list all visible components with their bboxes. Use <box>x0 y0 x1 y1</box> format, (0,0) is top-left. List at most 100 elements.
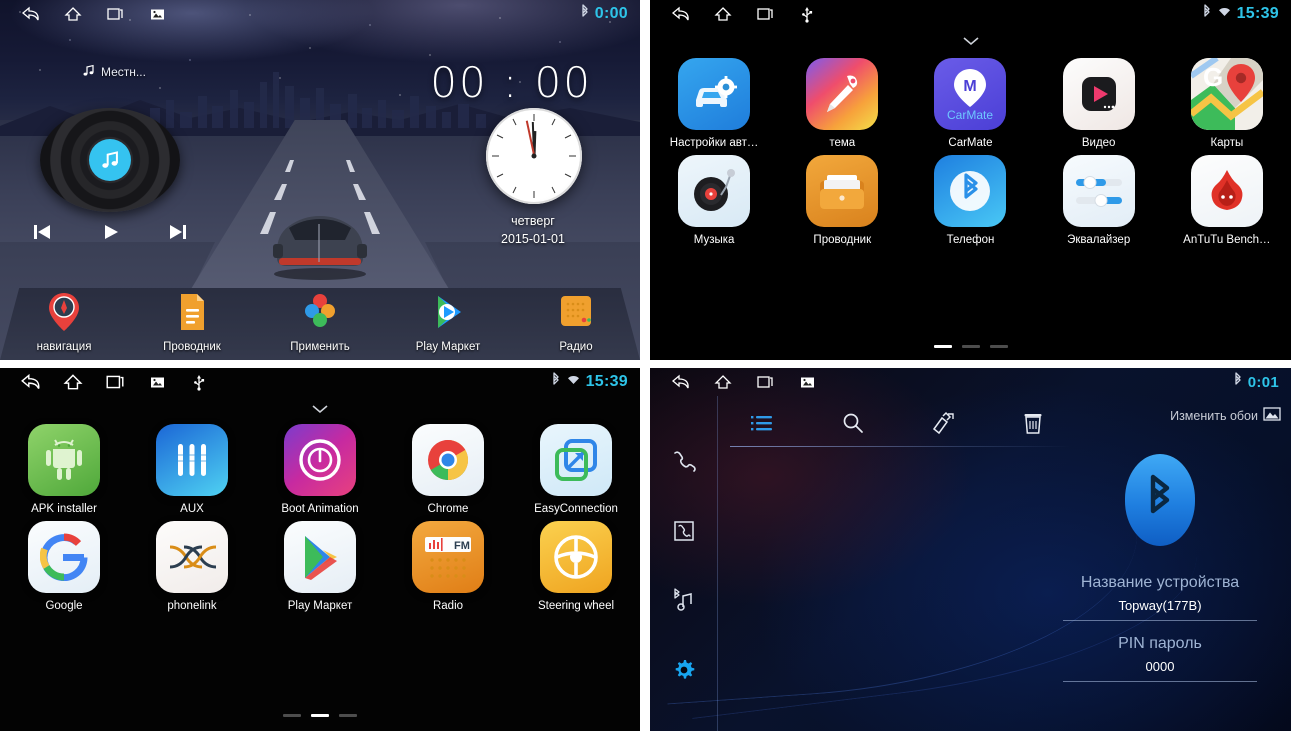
settings-gear-icon[interactable] <box>667 653 701 687</box>
usb-icon[interactable] <box>178 369 220 395</box>
page-dot[interactable] <box>961 345 980 348</box>
app-phone-bluetooth[interactable]: Телефон <box>911 155 1029 246</box>
pin-label: PIN пароль <box>1118 635 1202 652</box>
usb-icon[interactable] <box>786 1 828 27</box>
wallpaper-icon <box>1263 406 1281 425</box>
page-dot[interactable] <box>283 714 301 717</box>
app-google[interactable]: Google <box>5 521 123 612</box>
app-theme[interactable]: тема <box>783 58 901 149</box>
home-icon[interactable] <box>702 369 744 395</box>
screenshot-icon[interactable] <box>136 369 178 395</box>
app-label: CarMate <box>948 137 993 149</box>
status-right-home: 0:00 <box>580 3 640 25</box>
dialer-handset-icon[interactable] <box>667 444 701 478</box>
search-icon[interactable] <box>808 411 898 435</box>
app-play-market[interactable]: Play Маркет <box>261 521 379 612</box>
back-icon[interactable] <box>660 1 702 27</box>
pin-value[interactable]: 0000 <box>1063 659 1257 682</box>
app-label: Телефон <box>946 234 995 246</box>
app-grid-page2: APK installer AUX Boot Animation Chrome … <box>0 424 640 618</box>
chevron-down-icon[interactable] <box>310 402 330 416</box>
album-art-vinyl[interactable] <box>40 108 180 212</box>
now-playing-widget[interactable]: Местн... <box>82 64 146 80</box>
bluetooth-sidebar <box>650 396 718 731</box>
dock-item-navigation[interactable]: навигация <box>9 290 119 353</box>
app-radio[interactable]: FM Radio <box>389 521 507 612</box>
recents-icon[interactable] <box>744 369 786 395</box>
app-file-manager[interactable]: Проводник <box>783 155 901 246</box>
app-phonelink[interactable]: phonelink <box>133 521 251 612</box>
theme-brush-icon <box>806 58 879 130</box>
panel-app-drawer-page1: 15:39 Настройки авт… тема M CarMate CarM… <box>650 0 1291 360</box>
back-icon[interactable] <box>10 1 52 27</box>
home-icon[interactable] <box>52 369 94 395</box>
easyconnection-icon <box>540 424 612 496</box>
panel-app-drawer-page2: 15:39 APK installer AUX Boot Animation C… <box>0 368 640 731</box>
prev-track-icon[interactable] <box>30 222 54 246</box>
home-icon[interactable] <box>52 1 94 27</box>
statusbar-bluetooth: 0:01 <box>650 368 1291 396</box>
statusbar-home: 0:00 <box>0 0 640 28</box>
file-manager-icon <box>806 155 879 227</box>
app-equalizer[interactable]: Эквалайзер <box>1040 155 1158 246</box>
app-car-settings[interactable]: Настройки авт… <box>655 58 773 149</box>
svg-text:M: M <box>964 78 977 95</box>
statusbar-clock: 15:39 <box>585 373 628 390</box>
media-controls <box>30 222 190 246</box>
app-label: тема <box>829 137 856 149</box>
video-player-icon <box>1062 58 1135 130</box>
recents-icon[interactable] <box>94 369 136 395</box>
app-antutu[interactable]: AnTuTu Bench… <box>1168 155 1286 246</box>
nav-icon-group <box>650 1 828 27</box>
bluetooth-music-icon[interactable] <box>667 583 701 617</box>
page-dot[interactable] <box>311 714 329 717</box>
app-steering-wheel[interactable]: Steering wheel <box>517 521 635 612</box>
list-icon[interactable] <box>718 413 808 433</box>
dock-item-play-market[interactable]: Play Маркет <box>393 290 503 353</box>
apply-flower-icon <box>305 294 335 327</box>
dock-item-file-manager[interactable]: Проводник <box>137 290 247 353</box>
status-right-bluetooth: 0:01 <box>1233 371 1291 393</box>
recents-icon[interactable] <box>744 1 786 27</box>
page-dot[interactable] <box>989 345 1008 348</box>
page-dot[interactable] <box>339 714 357 717</box>
chevron-down-icon[interactable] <box>961 34 981 48</box>
page-dot[interactable] <box>933 345 952 348</box>
page-indicator-dots[interactable] <box>650 345 1291 348</box>
app-boot-animation[interactable]: Boot Animation <box>261 424 379 515</box>
app-carmate[interactable]: M CarMate CarMate <box>911 58 1029 149</box>
change-wallpaper-button[interactable]: Изменить обои <box>1170 406 1281 425</box>
bluetooth-icon <box>1202 3 1212 25</box>
app-easyconnection[interactable]: EasyConnection <box>517 424 635 515</box>
digital-clock: 00 : 00 <box>430 58 592 107</box>
sports-car-illustration <box>273 216 367 280</box>
edit-select-icon[interactable] <box>898 411 988 435</box>
app-aux[interactable]: AUX <box>133 424 251 515</box>
back-icon[interactable] <box>660 369 702 395</box>
recents-icon[interactable] <box>94 1 136 27</box>
app-label: phonelink <box>167 600 217 612</box>
app-music[interactable]: Музыка <box>655 155 773 246</box>
page-indicator-dots[interactable] <box>0 714 640 717</box>
app-video[interactable]: Видео <box>1040 58 1158 149</box>
app-label: Музыка <box>693 234 735 246</box>
dock-item-apply[interactable]: Применить <box>265 290 375 353</box>
trash-icon[interactable] <box>988 411 1078 435</box>
screenshot-grid: 0:00 Местн... 00 : 00 четверг 2015-01-01… <box>0 0 1291 731</box>
app-maps[interactable]: G Карты <box>1168 58 1286 149</box>
file-manager-icon <box>181 294 204 330</box>
app-apk-installer[interactable]: APK installer <box>5 424 123 515</box>
dock-item-radio[interactable]: Радио <box>521 290 631 353</box>
bluetooth-icon <box>580 3 590 25</box>
next-track-icon[interactable] <box>166 222 190 246</box>
play-icon[interactable] <box>98 222 122 246</box>
screenshot-icon[interactable] <box>136 1 178 27</box>
status-right-apps2: 15:39 <box>551 371 640 393</box>
car-settings-icon <box>678 58 751 130</box>
contacts-book-icon[interactable] <box>667 514 701 548</box>
device-name-value[interactable]: Topway(177B) <box>1063 598 1257 621</box>
screenshot-icon[interactable] <box>786 369 828 395</box>
app-chrome[interactable]: Chrome <box>389 424 507 515</box>
home-icon[interactable] <box>702 1 744 27</box>
back-icon[interactable] <box>10 369 52 395</box>
